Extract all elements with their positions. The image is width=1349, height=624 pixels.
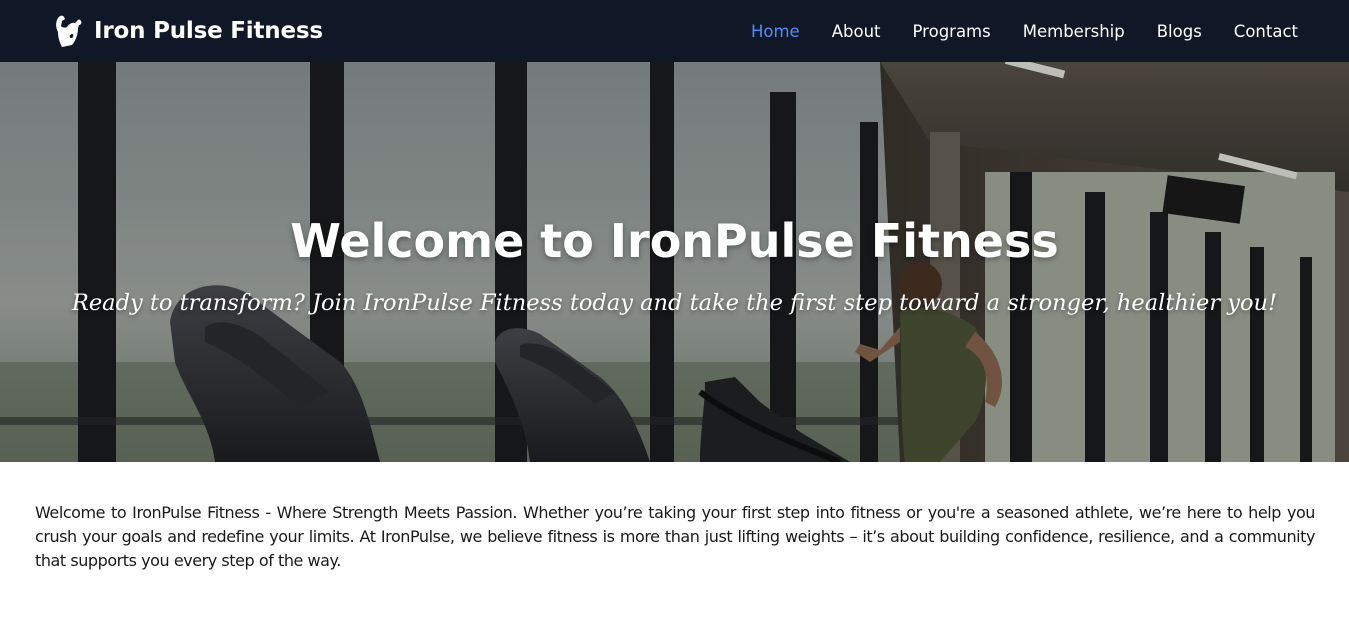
hero-section: Welcome to IronPulse Fitness Ready to tr… — [0, 62, 1349, 462]
brand-logo[interactable]: Iron Pulse Fitness — [50, 13, 323, 49]
hero-subtitle: Ready to transform? Join IronPulse Fitne… — [71, 290, 1278, 316]
brand-name: Iron Pulse Fitness — [94, 18, 323, 44]
nav-link-about[interactable]: About — [832, 22, 881, 41]
flexing-muscle-icon — [56, 15, 82, 47]
nav-link-membership[interactable]: Membership — [1023, 22, 1125, 41]
nav-link-home[interactable]: Home — [751, 22, 800, 41]
intro-paragraph: Welcome to IronPulse Fitness - Where Str… — [35, 503, 1315, 570]
hero-title: Welcome to IronPulse Fitness — [290, 214, 1059, 268]
nav-link-programs[interactable]: Programs — [913, 22, 991, 41]
nav-link-contact[interactable]: Contact — [1234, 22, 1298, 41]
main-nav: Home About Programs Membership Blogs Con… — [719, 0, 1298, 62]
navbar: Iron Pulse Fitness Home About Programs M… — [0, 0, 1349, 62]
nav-link-blogs[interactable]: Blogs — [1157, 22, 1202, 41]
